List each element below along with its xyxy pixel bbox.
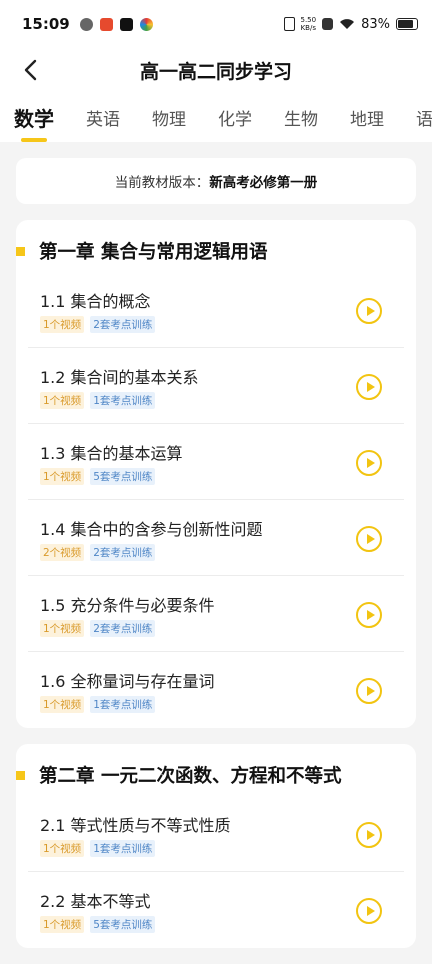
lesson-tags: 1个视频 5套考点训练 [40, 468, 156, 485]
video-count-badge: 1个视频 [40, 392, 85, 409]
play-icon[interactable] [356, 898, 382, 924]
battery-percent: 83% [361, 16, 390, 32]
play-icon[interactable] [356, 298, 382, 324]
status-bar: 15:09 5.50 KB/s 83% [0, 0, 432, 48]
training-count-badge: 2套考点训练 [90, 544, 156, 561]
chapter-title: 第一章 集合与常用逻辑用语 [39, 242, 268, 263]
video-count-badge: 1个视频 [40, 620, 85, 637]
tab-geography[interactable]: 地理 [350, 105, 384, 130]
lesson-item[interactable]: 2.2 基本不等式 1个视频 5套考点训练 [28, 872, 404, 948]
subject-tabs: 数学 英语 物理 化学 生物 地理 语文 [0, 92, 432, 142]
battery-icon [396, 18, 418, 30]
chapter-header: 第一章 集合与常用逻辑用语 [16, 238, 404, 264]
video-count-badge: 1个视频 [40, 840, 85, 857]
training-count-badge: 5套考点训练 [90, 916, 156, 933]
play-icon[interactable] [356, 526, 382, 552]
lesson-title: 1.4 集合中的含参与创新性问题 [40, 520, 263, 539]
lesson-item[interactable]: 1.4 集合中的含参与创新性问题 2个视频 2套考点训练 [28, 500, 404, 576]
lesson-tags: 1个视频 2套考点训练 [40, 620, 156, 637]
lesson-tags: 2个视频 2套考点训练 [40, 544, 156, 561]
chapter-title: 第二章 一元二次函数、方程和不等式 [39, 766, 342, 787]
lesson-title: 1.6 全称量词与存在量词 [40, 672, 215, 691]
training-count-badge: 1套考点训练 [90, 696, 156, 713]
chapter-marker [16, 246, 25, 256]
tab-physics[interactable]: 物理 [152, 105, 186, 130]
tab-chemistry[interactable]: 化学 [218, 105, 252, 130]
training-count-badge: 1套考点训练 [90, 840, 156, 857]
tab-biology[interactable]: 生物 [284, 105, 318, 130]
lesson-title: 2.2 基本不等式 [40, 892, 151, 911]
back-button[interactable] [16, 56, 44, 84]
training-count-badge: 2套考点训练 [90, 316, 156, 333]
training-count-badge: 1套考点训练 [90, 392, 156, 409]
chevron-left-icon [24, 59, 37, 81]
tab-chinese[interactable]: 语文 [416, 105, 432, 130]
chapter-card: 第一章 集合与常用逻辑用语 1.1 集合的概念 1个视频 2套考点训练 1.2 … [16, 220, 416, 728]
play-icon[interactable] [356, 602, 382, 628]
tab-math[interactable]: 数学 [14, 103, 54, 132]
no-sim-icon [322, 18, 334, 30]
lesson-tags: 1个视频 1套考点训练 [40, 840, 156, 857]
textbook-version-card[interactable]: 当前教材版本： 新高考必修第一册 [16, 158, 416, 204]
lesson-item[interactable]: 1.5 充分条件与必要条件 1个视频 2套考点训练 [28, 576, 404, 652]
chapter-header: 第二章 一元二次函数、方程和不等式 [16, 762, 404, 788]
lesson-tags: 1个视频 5套考点训练 [40, 916, 156, 933]
lesson-item[interactable]: 2.1 等式性质与不等式性质 1个视频 1套考点训练 [28, 796, 404, 872]
video-count-badge: 1个视频 [40, 916, 85, 933]
tab-english[interactable]: 英语 [86, 105, 120, 130]
lesson-tags: 1个视频 1套考点训练 [40, 696, 156, 713]
lesson-title: 1.1 集合的概念 [40, 292, 151, 311]
lesson-title: 1.3 集合的基本运算 [40, 444, 183, 463]
status-right: 5.50 KB/s 83% [283, 16, 418, 32]
status-time: 15:09 [22, 15, 70, 33]
lesson-item[interactable]: 1.2 集合间的基本关系 1个视频 1套考点训练 [28, 348, 404, 424]
network-speed: 5.50 KB/s [300, 16, 317, 32]
training-count-badge: 5套考点训练 [90, 468, 156, 485]
video-count-badge: 1个视频 [40, 316, 85, 333]
lesson-tags: 1个视频 1套考点训练 [40, 392, 156, 409]
wifi-icon [340, 19, 355, 29]
page-title: 高一高二同步学习 [139, 60, 292, 83]
lesson-item[interactable]: 1.6 全称量词与存在量词 1个视频 1套考点训练 [28, 652, 404, 728]
vibrate-icon [283, 17, 295, 31]
lesson-tags: 1个视频 2套考点训练 [40, 316, 156, 333]
chapter-card: 第二章 一元二次函数、方程和不等式 2.1 等式性质与不等式性质 1个视频 1套… [16, 744, 416, 948]
version-label: 当前教材版本： [114, 175, 210, 191]
app-color-icon [139, 17, 153, 31]
app-notification-icon [79, 17, 93, 31]
app-header: 高一高二同步学习 [0, 48, 432, 92]
lesson-title: 1.5 充分条件与必要条件 [40, 596, 215, 615]
taobao-icon [99, 17, 113, 31]
lesson-item[interactable]: 1.3 集合的基本运算 1个视频 5套考点训练 [28, 424, 404, 500]
tiktok-icon [119, 17, 133, 31]
lesson-title: 2.1 等式性质与不等式性质 [40, 816, 231, 835]
lesson-title: 1.2 集合间的基本关系 [40, 368, 199, 387]
version-value: 新高考必修第一册 [209, 175, 318, 191]
video-count-badge: 1个视频 [40, 696, 85, 713]
play-icon[interactable] [356, 374, 382, 400]
lesson-item[interactable]: 1.1 集合的概念 1个视频 2套考点训练 [28, 272, 404, 348]
chapter-marker [16, 770, 25, 780]
play-icon[interactable] [356, 822, 382, 848]
video-count-badge: 2个视频 [40, 544, 85, 561]
status-left: 15:09 [22, 15, 153, 33]
main-content: 当前教材版本： 新高考必修第一册 第一章 集合与常用逻辑用语 1.1 集合的概念… [0, 142, 432, 948]
training-count-badge: 2套考点训练 [90, 620, 156, 637]
video-count-badge: 1个视频 [40, 468, 85, 485]
play-icon[interactable] [356, 450, 382, 476]
play-icon[interactable] [356, 678, 382, 704]
